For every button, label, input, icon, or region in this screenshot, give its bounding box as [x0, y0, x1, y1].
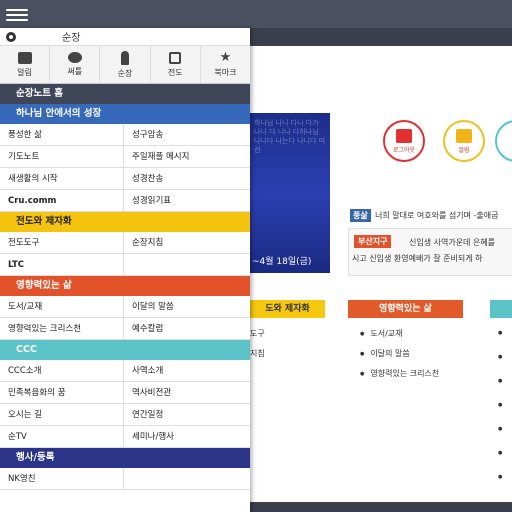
partial-circle-button[interactable]	[495, 120, 512, 162]
menu-item[interactable]: 기도노트	[0, 146, 124, 168]
section-header-ccc[interactable]: CCC	[0, 340, 250, 360]
menu-item[interactable]: 예수칼럼	[124, 318, 250, 340]
section-header-influence[interactable]: 영향력있는 삶	[0, 276, 250, 296]
menu-item[interactable]: LTC	[0, 254, 124, 276]
section-header-growth[interactable]: 하나님 안에서의 성장	[0, 104, 250, 124]
person-icon	[121, 50, 129, 65]
hamburger-menu-icon[interactable]	[6, 6, 28, 22]
user-name: 순장	[62, 33, 81, 44]
menu-item[interactable]: 연간일정	[124, 404, 250, 426]
column-bullet	[498, 352, 508, 361]
menu-item[interactable]: 순장지침	[124, 232, 250, 254]
menu-item[interactable]: 이달의 말씀	[124, 296, 250, 318]
menu-item[interactable]: 성경찬송	[124, 168, 250, 190]
notice-text[interactable]: 너희 말대로 여호와를 섬기며 -출애굽	[375, 210, 498, 221]
banner-decoration: 하나님 나니 다니 다가 나니 다 니나 다하나님 나니다 나는다 나니다 미션	[254, 119, 326, 154]
quick-item-label: 알림	[17, 67, 32, 77]
column-header-ccc	[490, 300, 512, 318]
menu-item[interactable]: 전도도구	[0, 232, 124, 254]
chat-bubble-icon	[67, 52, 82, 63]
menu-item[interactable]: 역사비전관	[124, 382, 250, 404]
menu-item[interactable]: 사역소개	[124, 360, 250, 382]
notice-tag: 풍삶	[350, 209, 371, 222]
menu-item[interactable]: 세미나/행사	[124, 426, 250, 448]
column-bullet	[498, 328, 508, 337]
menu-grid-growth: 풍성한 삶 성구암송 기도노트 주일재플 메시지 새생활의 시작 성경찬송 Cr…	[0, 124, 250, 212]
page-header-band	[250, 28, 512, 46]
column-header-influence: 영향력있는 삶	[348, 300, 463, 318]
megaphone-icon	[17, 51, 32, 64]
quick-item-evangelism[interactable]: 전도	[151, 46, 201, 83]
menu-item[interactable]: 순TV	[0, 426, 124, 448]
banner-caption: ~4월 18일(금)	[252, 257, 312, 267]
menu-home[interactable]: 순장노트 홈	[0, 84, 250, 104]
menu-item[interactable]: 성구암송	[124, 124, 250, 146]
quick-item-label: 순장	[117, 68, 133, 78]
menu-item[interactable]: 민족복음화의 꿈	[0, 382, 124, 404]
menu-item-empty	[124, 468, 250, 490]
menu-item-empty	[124, 254, 250, 276]
menu-item[interactable]: 주일재플 메시지	[124, 146, 250, 168]
quick-item-label: 써틀	[67, 67, 83, 76]
logout-icon	[396, 128, 412, 143]
menu-grid-ccc: CCC소개 사역소개 민족복음화의 꿈 역사비전관 오시는 길 연간일정 순TV…	[0, 360, 250, 448]
menu-item[interactable]: 도서/교재	[0, 296, 124, 318]
alarm-label: 알림	[458, 146, 470, 154]
news-line: 시고 신입생 환영예배가 잘 준비되게 하	[352, 254, 483, 263]
hero-banner[interactable]: 하나님 나니 다니 다가 나니 다 니나 다하나님 나니다 나는다 나니다 미션…	[250, 113, 330, 273]
gear-icon[interactable]	[6, 31, 16, 42]
section-header-evangelism[interactable]: 전도와 제자화	[0, 212, 250, 232]
navigation-drawer: 순장 알림 써틀 순장 전도 ★ 북마크 순장노트 홈 하나님 안에서의 성장 …	[0, 28, 250, 512]
column-bullet	[498, 448, 508, 457]
page-footer-band	[250, 502, 512, 512]
news-box[interactable]: 부산지구 신입생 사역가운데 은혜를 시고 신입생 환영예배가 잘 준비되게 하	[348, 228, 512, 276]
quick-item-label: 북마크	[214, 67, 237, 77]
menu-item[interactable]: 오시는 길	[0, 404, 124, 426]
news-tag: 부산지구	[354, 235, 392, 248]
edit-icon	[169, 51, 182, 64]
quick-item-alarm[interactable]: 알림	[0, 46, 51, 83]
column-link[interactable]: 도서/교재	[360, 328, 402, 339]
menu-grid-influence: 도서/교재 이달의 말씀 영향력있는 크리스천 예수칼럼	[0, 296, 250, 340]
news-line: 신입생 사역가운데 은혜를	[409, 238, 496, 247]
column-bullet	[498, 400, 508, 409]
quick-item-bookmark[interactable]: ★ 북마크	[201, 46, 250, 83]
column-bullet	[498, 424, 508, 433]
logout-button[interactable]: 로그아웃	[383, 120, 425, 162]
quick-item-label: 전도	[167, 67, 183, 77]
menu-grid-evangelism: 전도도구 순장지침 LTC	[0, 232, 250, 276]
background-page: 하나님 나니 다니 다가 나니 다 니나 다하나님 나니다 나는다 나니다 미션…	[250, 28, 512, 512]
quick-item-circle[interactable]: 써틀	[50, 46, 101, 83]
quick-menu-bar: 알림 써틀 순장 전도 ★ 북마크	[0, 46, 250, 84]
alarm-button[interactable]: 알림	[443, 120, 485, 162]
menu-grid-events: NK영친	[0, 468, 250, 490]
star-icon: ★	[219, 49, 232, 65]
menu-item[interactable]: 풍성한 삶	[0, 124, 124, 146]
drawer-header: 순장	[0, 28, 250, 46]
menu-item[interactable]: 성경읽기표	[124, 190, 250, 212]
column-bullet	[498, 472, 508, 481]
menu-item[interactable]: NK영친	[0, 468, 124, 490]
menu-item[interactable]: 새생활의 시작	[0, 168, 124, 190]
menu-item[interactable]: CCC소개	[0, 360, 124, 382]
column-header-evangelism: 도와 제자화	[250, 300, 325, 318]
column-link[interactable]: 도구	[250, 328, 265, 339]
megaphone-icon	[456, 128, 472, 143]
section-header-events[interactable]: 행사/등록	[0, 448, 250, 468]
column-link[interactable]: 지침	[250, 348, 265, 359]
logout-label: 로그아웃	[392, 146, 416, 154]
menu-item[interactable]: Cru.comm	[0, 190, 124, 212]
column-link[interactable]: 영향력있는 크리스천	[360, 368, 439, 379]
quick-item-leader[interactable]: 순장	[100, 46, 151, 83]
top-app-bar	[0, 0, 512, 28]
menu-item[interactable]: 영향력있는 크리스천	[0, 318, 124, 340]
column-link[interactable]: 이달의 말씀	[360, 348, 409, 359]
column-bullet	[498, 376, 508, 385]
